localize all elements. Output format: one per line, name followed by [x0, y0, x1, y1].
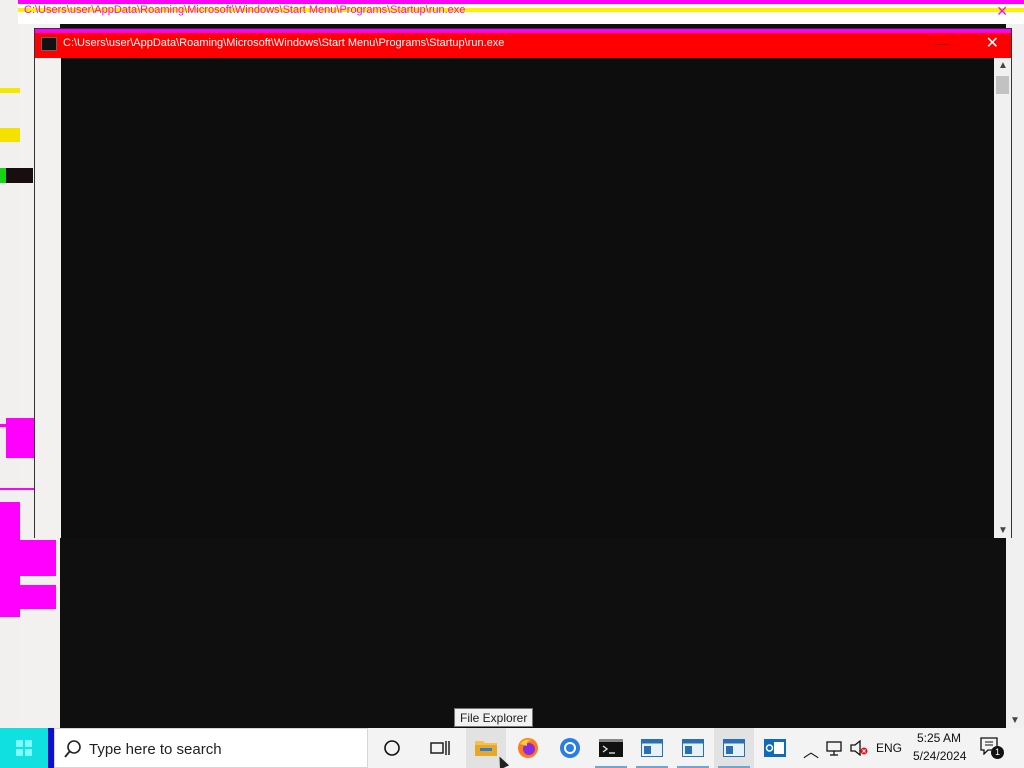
show-hidden-icons-chevron-icon[interactable]: ︿ [803, 738, 819, 762]
chrome-icon [560, 738, 580, 758]
background-window-titlebar[interactable]: C:\Users\user\AppData\Roaming\Microsoft\… [18, 0, 1024, 24]
glitch-fragment [35, 29, 1011, 33]
terminal-button[interactable] [591, 728, 631, 768]
background-window-close-icon[interactable]: ✕ [996, 3, 1008, 20]
glitch-fragment [20, 585, 56, 609]
console-window-titlebar[interactable]: C:\Users\user\AppData\Roaming\Microsoft\… [35, 29, 1011, 58]
windows-logo-icon [16, 740, 32, 756]
cortana-icon [384, 740, 400, 756]
console-scrollbar[interactable]: ▲ ▼ [994, 58, 1011, 538]
clock-date[interactable]: 5/24/2024 [913, 749, 966, 763]
glitch-fragment [0, 502, 20, 617]
glitch-fragment [0, 88, 20, 93]
chrome-button[interactable] [550, 728, 590, 768]
network-icon[interactable] [826, 740, 844, 756]
file-explorer-icon [475, 741, 497, 756]
console-window-title: C:\Users\user\AppData\Roaming\Microsoft\… [63, 37, 505, 49]
taskbar: Type here to search ︿ ENG 5:25 AM 5/24/2… [0, 728, 1024, 768]
glitch-fragment [6, 168, 33, 183]
console-output-area[interactable] [61, 58, 995, 538]
scroll-down-icon[interactable]: ▼ [1010, 715, 1020, 726]
window-icon-2 [682, 739, 704, 757]
task-view-icon [430, 741, 450, 755]
close-icon[interactable]: ✕ [986, 33, 999, 53]
background-window-title: C:\Users\user\AppData\Roaming\Microsoft\… [24, 4, 466, 16]
firefox-button[interactable] [508, 728, 548, 768]
start-button[interactable] [0, 728, 48, 768]
language-indicator[interactable]: ENG [876, 741, 902, 755]
search-placeholder: Type here to search [89, 741, 222, 758]
terminal-icon [599, 739, 623, 757]
scroll-up-icon[interactable]: ▲ [998, 60, 1008, 71]
outlook-button[interactable] [755, 728, 795, 768]
scroll-down-icon[interactable]: ▼ [998, 525, 1008, 536]
volume-muted-icon[interactable] [850, 740, 868, 756]
window-icon-3 [723, 739, 745, 757]
file-explorer-tooltip: File Explorer [454, 708, 534, 727]
glitch-fragment [20, 540, 56, 576]
outlook-icon [764, 739, 786, 757]
console-window[interactable]: C:\Users\user\AppData\Roaming\Microsoft\… [34, 28, 1012, 538]
search-input[interactable]: Type here to search [54, 728, 368, 768]
glitch-fragment [0, 128, 20, 142]
cortana-button[interactable] [372, 728, 412, 768]
scrollbar-thumb[interactable] [996, 76, 1009, 94]
window-button-1[interactable] [632, 728, 672, 768]
action-center-button[interactable]: 1 [980, 737, 1004, 759]
task-view-button[interactable] [420, 728, 460, 768]
console-left-strip [35, 58, 61, 538]
console-app-icon [41, 37, 57, 51]
window-button-3[interactable] [714, 728, 754, 768]
window-button-2[interactable] [673, 728, 713, 768]
clock-time[interactable]: 5:25 AM [917, 731, 961, 745]
minimize-icon[interactable]: — [935, 35, 949, 51]
window-icon-1 [641, 739, 663, 757]
firefox-icon [518, 738, 538, 758]
notification-count-badge: 1 [991, 746, 1004, 759]
search-icon [64, 740, 81, 758]
